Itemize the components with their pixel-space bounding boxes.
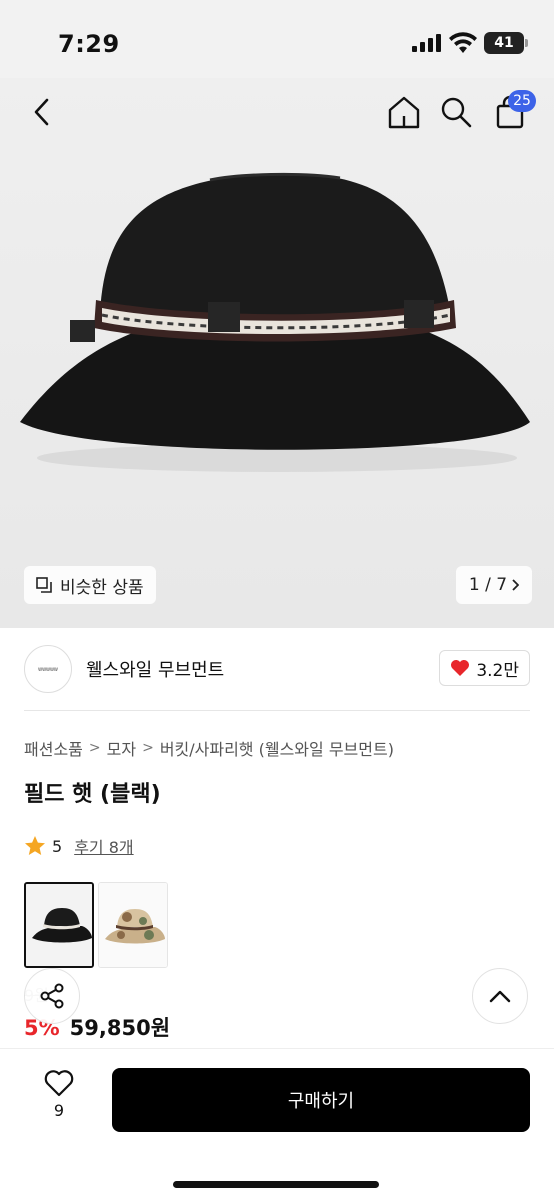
sale-price: 59,850원	[69, 1016, 171, 1040]
wifi-icon	[449, 32, 477, 53]
wishlist-count: 9	[53, 1101, 65, 1120]
cart-button[interactable]: 25	[490, 90, 536, 132]
cellular-signal-icon	[412, 34, 441, 52]
home-indicator	[173, 1181, 379, 1188]
black-hat-thumbnail	[26, 884, 92, 966]
breadcrumb-item[interactable]: 패션소품	[24, 736, 83, 760]
search-button[interactable]	[436, 92, 476, 132]
page-indicator: 1 / 7	[468, 575, 508, 595]
star-icon	[25, 836, 45, 855]
heart-outline-icon	[44, 1070, 74, 1097]
product-gallery[interactable]: 25 비슷한 상품 1 / 7	[0, 0, 554, 628]
product-rating[interactable]: 5 후기 8개	[24, 834, 134, 858]
rating-score: 5	[52, 836, 63, 856]
product-title: 필드 햇 (블랙)	[24, 782, 161, 807]
status-time: 7:29	[58, 30, 120, 58]
breadcrumb: 패션소품 > 모자 > 버킷/사파리햇 (웰스와일 무브먼트)	[24, 736, 394, 760]
battery-icon: 41	[484, 32, 528, 54]
chevron-right-icon	[512, 579, 520, 591]
home-button[interactable]	[384, 92, 424, 132]
bottom-action-bar: 9 구매하기	[0, 1048, 554, 1200]
home-icon	[388, 96, 420, 129]
image-pager[interactable]: 1 / 7	[456, 566, 532, 604]
cart-count-badge: 25	[508, 90, 536, 112]
similar-products-label: 비슷한 상품	[60, 577, 144, 598]
similar-products-button[interactable]: 비슷한 상품	[24, 566, 156, 604]
breadcrumb-item[interactable]: 버킷/사파리햇 (웰스와일 무브먼트)	[160, 736, 394, 760]
search-icon	[441, 97, 472, 128]
buy-button[interactable]: 구매하기	[112, 1068, 530, 1132]
brand-logo[interactable]: WWWWW	[24, 645, 72, 693]
share-button[interactable]	[24, 968, 80, 1024]
camo-hat-thumbnail	[99, 883, 167, 967]
battery-level: 41	[494, 35, 514, 51]
share-icon	[40, 983, 64, 1009]
back-button[interactable]	[22, 92, 62, 132]
color-option-black[interactable]	[24, 882, 94, 968]
brand-name[interactable]: 웰스와일 무브먼트	[86, 656, 224, 682]
brand-row[interactable]: WWWWW 웰스와일 무브먼트 3.2만	[24, 644, 530, 694]
chevron-right-icon: >	[142, 740, 154, 756]
brand-like-button[interactable]: 3.2만	[439, 650, 530, 686]
review-count-link[interactable]: 후기 8개	[74, 834, 133, 858]
scroll-top-button[interactable]	[472, 968, 528, 1024]
status-bar: 7:29 41	[0, 0, 554, 78]
color-option-camo[interactable]	[98, 882, 168, 968]
copy-icon	[36, 577, 52, 593]
wishlist-button[interactable]: 9	[30, 1069, 88, 1120]
brand-likes-count: 3.2만	[476, 660, 519, 681]
chevron-up-icon	[489, 990, 511, 1003]
back-icon	[34, 98, 49, 126]
heart-icon	[451, 660, 470, 676]
divider	[24, 710, 530, 711]
breadcrumb-item[interactable]: 모자	[107, 736, 136, 760]
product-image	[20, 172, 530, 472]
chevron-right-icon: >	[88, 740, 101, 756]
